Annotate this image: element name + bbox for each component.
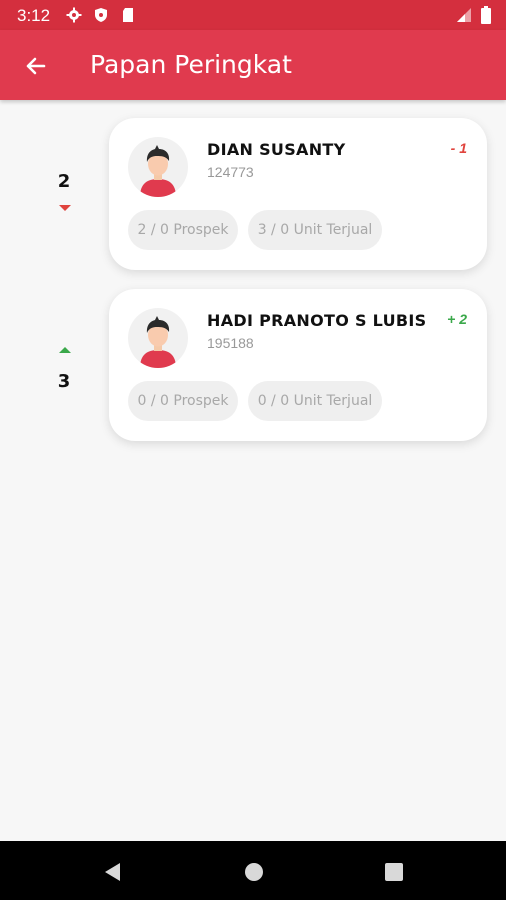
signal-icon (456, 8, 471, 22)
prospek-pill: 2 / 0 Prospek (128, 210, 238, 250)
person-avatar-icon (140, 145, 176, 197)
rank-change: + 2 (447, 311, 467, 327)
back-triangle-icon[interactable] (102, 861, 124, 883)
status-right-group (456, 6, 492, 24)
unit-terjual-pill: 0 / 0 Unit Terjual (248, 381, 382, 421)
app-bar: Papan Peringkat (0, 30, 506, 100)
leaderboard-card[interactable]: DIAN SUSANTY 124773 - 1 2 / 0 Prospek 3 … (109, 118, 487, 270)
avatar (128, 137, 188, 197)
prospek-pill: 0 / 0 Prospek (128, 381, 238, 421)
battery-icon (481, 6, 491, 24)
recents-square-icon[interactable] (383, 861, 405, 883)
user-name: HADI PRANOTO S LUBIS (207, 311, 427, 330)
user-name: DIAN SUSANTY (207, 140, 346, 159)
sim-card-icon (123, 8, 133, 22)
home-circle-icon[interactable] (243, 861, 265, 883)
status-bar: 3:12 (0, 0, 506, 30)
arrow-left-icon[interactable] (20, 50, 52, 82)
trend-down-icon (59, 205, 71, 211)
shield-icon (95, 8, 107, 22)
user-code: 124773 (207, 164, 254, 180)
user-code: 195188 (207, 335, 254, 351)
trend-up-icon (59, 347, 71, 353)
rank-number: 2 (57, 171, 71, 192)
status-time: 3:12 (17, 6, 51, 25)
leaderboard-card[interactable]: HADI PRANOTO S LUBIS 195188 + 2 0 / 0 Pr… (109, 289, 487, 441)
rank-number: 3 (57, 371, 71, 392)
settings-gear-icon (66, 7, 82, 23)
unit-terjual-pill: 3 / 0 Unit Terjual (248, 210, 382, 250)
person-avatar-icon (140, 316, 176, 368)
page-title: Papan Peringkat (90, 50, 292, 79)
avatar (128, 308, 188, 368)
system-nav-bar (0, 841, 506, 900)
rank-change: - 1 (450, 140, 467, 156)
